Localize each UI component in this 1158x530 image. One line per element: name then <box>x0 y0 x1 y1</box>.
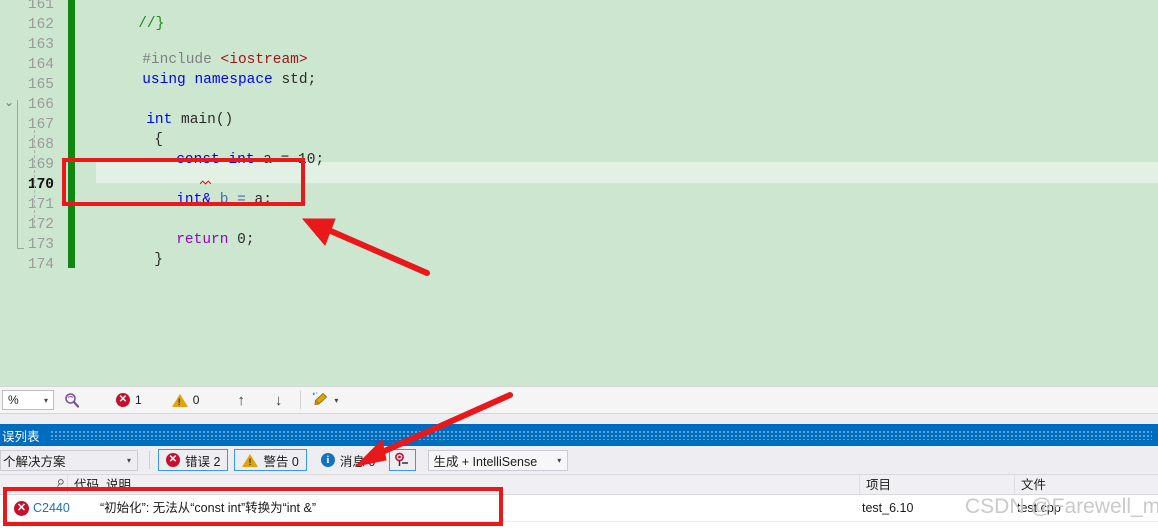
zoom-level-combobox[interactable]: % ▾ <box>2 390 54 410</box>
intellisense-magnifier-button[interactable] <box>60 387 84 413</box>
indent-guide <box>34 130 35 228</box>
code-line-164: using namespace std; <box>142 72 317 88</box>
toolbar-error-count[interactable]: ✕ 1 <box>112 387 146 413</box>
line-number-current: 170 <box>27 177 54 193</box>
line-number-gutter: 161 162 163 164 165 166 167 168 169 170 … <box>0 0 62 386</box>
previous-issue-button[interactable]: ↑ <box>233 387 249 413</box>
code-line-173: } <box>154 252 163 268</box>
chevron-down-icon[interactable]: ⌄ <box>4 92 14 112</box>
quick-actions-button[interactable]: ▾ <box>308 387 342 413</box>
line-number: 161 <box>27 0 54 13</box>
chevron-down-icon[interactable]: ▾ <box>551 456 567 465</box>
warning-icon <box>171 393 188 407</box>
chevron-down-icon[interactable]: ▾ <box>334 396 338 405</box>
error-icon: ✕ <box>116 393 130 407</box>
block-guide-end <box>17 238 24 249</box>
filter-errors-label: 错误 2 <box>185 454 221 469</box>
code-line-168: const int a = 10; <box>176 152 325 168</box>
error-icon: ✕ <box>166 453 180 467</box>
error-code-cell[interactable]: C2440 <box>33 495 93 521</box>
magnifier-icon <box>65 393 80 408</box>
build-error-filter-icon <box>395 452 409 466</box>
info-icon: i <box>320 453 335 467</box>
error-list-filter-toolbar[interactable]: 个解决方案 ▾ ✕ 错误 2 警告 0 i 消息 0 生成 + IntelliS <box>0 446 1158 474</box>
line-number: 167 <box>27 117 54 133</box>
build-intellisense-combobox[interactable]: 生成 + IntelliSense ▾ <box>428 449 569 471</box>
filter-messages-label: 消息 0 <box>339 454 376 469</box>
build-intellisense-value: 生成 + IntelliSense <box>433 454 538 469</box>
line-number: 174 <box>27 257 54 273</box>
line-number: 168 <box>27 137 54 153</box>
code-line-172: return 0; <box>176 232 255 248</box>
filter-separator <box>149 451 150 469</box>
arrow-up-icon: ↑ <box>237 391 245 409</box>
filter-warnings-toggle[interactable]: 警告 0 <box>234 449 307 471</box>
code-text-layer[interactable]: //} #include <iostream> using namespace … <box>78 0 1158 386</box>
error-list-title: 误列表 <box>2 429 40 444</box>
title-bar-grip <box>49 430 1152 440</box>
error-list-title-bar[interactable]: 误列表 <box>0 424 1158 446</box>
filter-build-errors-toggle[interactable] <box>389 449 417 471</box>
block-guide-main <box>17 100 18 248</box>
error-description-cell: “初始化”: 无法从“const int”转换为“int &” <box>100 501 316 515</box>
code-editor[interactable]: 161 162 163 164 165 166 167 168 169 170 … <box>0 0 1158 386</box>
code-line-170: int& b = a; <box>176 192 272 208</box>
change-indicator-bar <box>68 0 75 268</box>
code-line-167: { <box>154 132 163 148</box>
warning-count-value: 0 <box>192 393 200 407</box>
line-number: 169 <box>27 157 54 173</box>
scope-combobox[interactable]: 个解决方案 ▾ <box>0 449 138 471</box>
warning-icon <box>242 453 259 467</box>
column-header-description[interactable]: 说明 <box>100 475 860 495</box>
chevron-down-icon[interactable]: ▾ <box>121 456 137 465</box>
editor-status-toolbar[interactable]: % ▾ ✕ 1 0 ↑ ↓ ▾ <box>0 386 1158 414</box>
next-issue-button[interactable]: ↓ <box>271 387 287 413</box>
column-header-project[interactable]: 项目 <box>860 475 1015 495</box>
code-line-163: #include <iostream> <box>142 52 308 68</box>
filter-errors-toggle[interactable]: ✕ 错误 2 <box>158 449 229 471</box>
arrow-down-icon: ↓ <box>274 391 283 409</box>
line-number: 164 <box>27 57 54 73</box>
line-number: 162 <box>27 17 54 33</box>
line-number: 173 <box>27 237 54 253</box>
zoom-level-value: % <box>8 393 19 407</box>
filter-messages-toggle[interactable]: i 消息 0 <box>312 449 384 471</box>
filter-warnings-label: 警告 0 <box>263 454 299 469</box>
chevron-down-icon[interactable]: ▾ <box>39 396 53 405</box>
column-header-file[interactable]: 文件 <box>1015 475 1158 495</box>
scope-value: 个解决方案 <box>3 454 66 469</box>
line-number: 163 <box>27 37 54 53</box>
line-number: 171 <box>27 197 54 213</box>
toolbar-warning-count[interactable]: 0 <box>168 387 204 413</box>
toolbar-separator <box>300 391 302 409</box>
code-line-161: //} <box>138 16 165 32</box>
broom-icon <box>313 392 328 406</box>
error-count-value: 1 <box>135 393 142 407</box>
column-header-code[interactable]: 代码 <box>68 475 100 495</box>
error-list-header-row: ⚲ 代码 说明 项目 文件 <box>0 474 1158 495</box>
error-squiggle-icon <box>200 180 211 185</box>
csdn-watermark: CSDN @Farewell_me <box>965 495 1158 518</box>
code-line-166: int main() <box>146 112 234 128</box>
error-icon: ✕ <box>14 501 29 516</box>
line-number: 172 <box>27 217 54 233</box>
